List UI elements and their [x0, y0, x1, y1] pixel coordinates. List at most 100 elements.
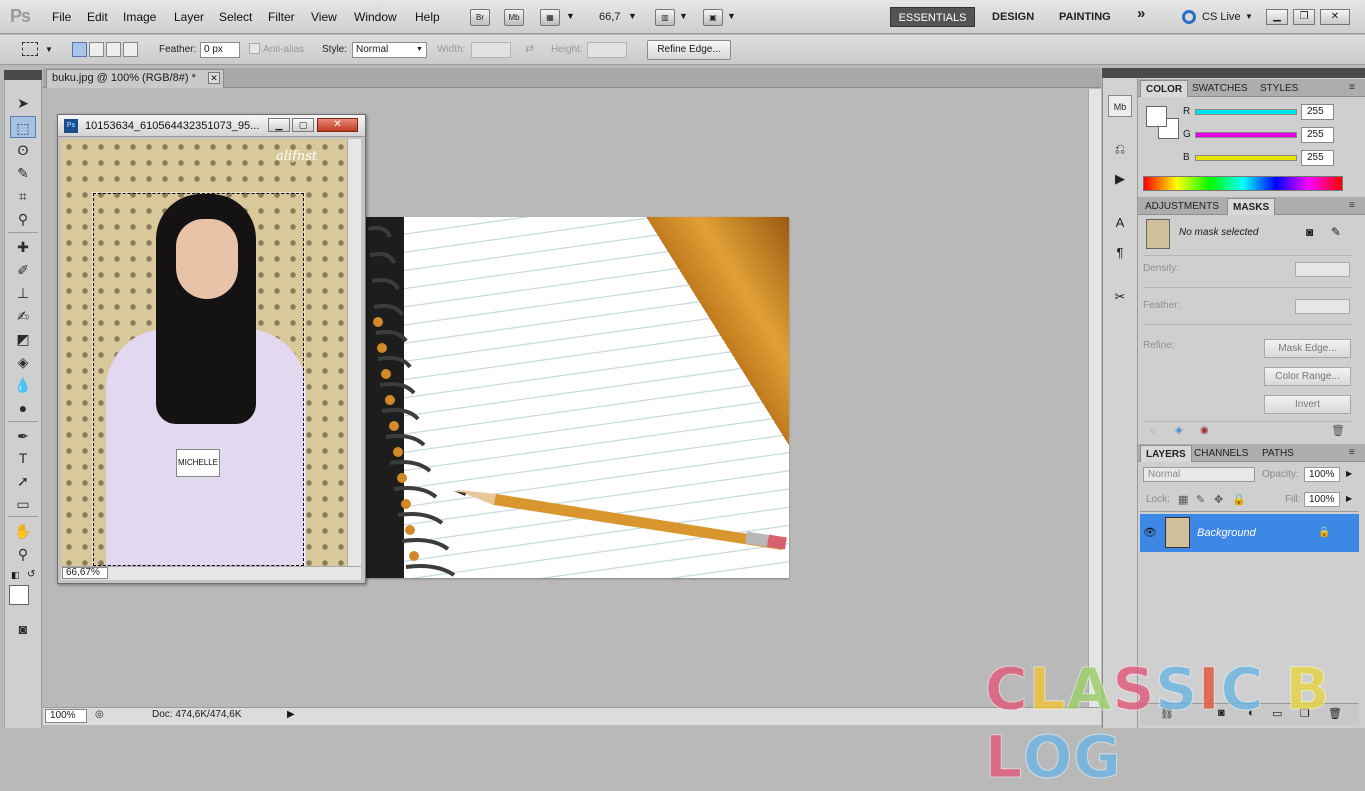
- apply-mask-icon[interactable]: ◈: [1175, 425, 1183, 436]
- foreground-color-swatch[interactable]: [1146, 106, 1167, 127]
- character-icon[interactable]: A: [1108, 212, 1132, 234]
- green-slider[interactable]: [1195, 132, 1297, 138]
- menu-select[interactable]: Select: [219, 10, 252, 24]
- chevron-right-icon[interactable]: ▶: [1346, 469, 1352, 478]
- lock-position-icon[interactable]: ✥: [1214, 493, 1223, 506]
- lasso-tool-icon[interactable]: ʘ: [10, 139, 36, 161]
- width-field[interactable]: [471, 42, 511, 58]
- restore-button[interactable]: ❐: [1293, 9, 1315, 25]
- minimize-button[interactable]: ▁: [268, 118, 290, 132]
- menu-filter[interactable]: Filter: [268, 10, 295, 24]
- tab-styles[interactable]: STYLES: [1255, 80, 1303, 97]
- rectangular-marquee-icon[interactable]: [22, 42, 38, 56]
- workspace-painting[interactable]: PAINTING: [1059, 8, 1111, 26]
- brush-tool-icon[interactable]: ✐: [10, 259, 36, 281]
- crop-tool-icon[interactable]: ⌗: [10, 185, 36, 207]
- opacity-field[interactable]: 100%: [1304, 467, 1340, 482]
- feather-field[interactable]: 0 px: [200, 42, 240, 58]
- actions-icon[interactable]: ▶: [1108, 168, 1132, 190]
- tab-paths[interactable]: PATHS: [1257, 445, 1299, 462]
- lock-pixels-icon[interactable]: ✎: [1196, 493, 1205, 506]
- tab-adjustments[interactable]: ADJUSTMENTS: [1140, 198, 1224, 215]
- layer-name[interactable]: Background: [1197, 527, 1256, 539]
- pixel-mask-icon[interactable]: ◙: [1306, 225, 1313, 239]
- vector-mask-icon[interactable]: ✎: [1331, 225, 1341, 239]
- chevron-down-icon[interactable]: ▼: [727, 11, 736, 21]
- density-field[interactable]: [1295, 262, 1350, 277]
- add-to-selection-icon[interactable]: [89, 42, 104, 57]
- zoom-field[interactable]: 66,67%: [62, 567, 108, 579]
- status-menu-icon[interactable]: ▶: [287, 709, 295, 720]
- blur-tool-icon[interactable]: 💧: [10, 374, 36, 396]
- eye-icon[interactable]: 👁: [1143, 526, 1157, 539]
- status-info-icon[interactable]: ◎: [95, 709, 104, 720]
- mask-edge-button[interactable]: Mask Edge...: [1264, 339, 1351, 358]
- vertical-scrollbar[interactable]: [347, 139, 361, 566]
- red-value-field[interactable]: 255: [1301, 104, 1334, 120]
- more-workspaces-button[interactable]: »: [1137, 5, 1145, 23]
- new-selection-icon[interactable]: [72, 42, 87, 57]
- pen-tool-icon[interactable]: ✒: [10, 425, 36, 447]
- close-icon[interactable]: ✕: [208, 72, 220, 84]
- swap-icon[interactable]: ⇄: [525, 42, 534, 55]
- panel-menu-icon[interactable]: ≡: [1349, 200, 1355, 211]
- document-tab[interactable]: buku.jpg @ 100% (RGB/8#) *: [46, 69, 224, 88]
- healing-brush-tool-icon[interactable]: ✚: [10, 236, 36, 258]
- marquee-selection[interactable]: [93, 193, 304, 566]
- history-icon[interactable]: ⎌: [1108, 138, 1132, 160]
- chevron-down-icon[interactable]: ▼: [628, 11, 637, 21]
- rectangle-tool-icon[interactable]: ▭: [10, 493, 36, 515]
- tools-panel-header[interactable]: [4, 70, 42, 80]
- zoom-field[interactable]: 100%: [45, 709, 87, 723]
- zoom-tool-icon[interactable]: ⚲: [10, 543, 36, 565]
- hand-tool-icon[interactable]: ✋: [10, 520, 36, 542]
- subtract-from-selection-icon[interactable]: [106, 42, 121, 57]
- tab-masks[interactable]: MASKS: [1227, 198, 1276, 215]
- arrange-documents-icon[interactable]: ▥: [655, 9, 675, 26]
- lock-all-icon[interactable]: 🔒: [1232, 493, 1246, 506]
- feather-slider[interactable]: [1143, 324, 1353, 325]
- history-brush-tool-icon[interactable]: ✍: [10, 305, 36, 327]
- panel-icon-strip-header[interactable]: [1102, 68, 1138, 78]
- maximize-button[interactable]: ▢: [292, 118, 314, 132]
- mask-feather-field[interactable]: [1295, 299, 1350, 314]
- menu-image[interactable]: Image: [123, 10, 156, 24]
- chevron-right-icon[interactable]: ▶: [1346, 494, 1352, 503]
- menu-window[interactable]: Window: [354, 10, 397, 24]
- cs-live-button[interactable]: CS Live: [1202, 11, 1241, 23]
- foreground-color-swatch[interactable]: [9, 585, 29, 605]
- path-selection-tool-icon[interactable]: ➚: [10, 470, 36, 492]
- blue-slider[interactable]: [1195, 155, 1297, 161]
- close-button[interactable]: ✕: [317, 118, 358, 132]
- color-range-button[interactable]: Color Range...: [1264, 367, 1351, 386]
- mini-bridge-button[interactable]: Mb: [504, 9, 524, 26]
- screen-mode-icon[interactable]: ▣: [703, 9, 723, 26]
- eraser-tool-icon[interactable]: ◩: [10, 328, 36, 350]
- tab-layers[interactable]: LAYERS: [1140, 445, 1192, 462]
- lock-transparent-icon[interactable]: ▦: [1178, 493, 1188, 506]
- minimize-button[interactable]: ▁: [1266, 9, 1288, 25]
- load-selection-icon[interactable]: ◌: [1150, 425, 1156, 436]
- tool-presets-icon[interactable]: ✂: [1108, 286, 1132, 308]
- refine-edge-button[interactable]: Refine Edge...: [647, 40, 731, 60]
- quick-mask-icon[interactable]: ◙: [10, 618, 36, 640]
- disable-mask-icon[interactable]: ◉: [1200, 425, 1209, 436]
- marquee-tool-icon[interactable]: ⬚: [10, 116, 36, 138]
- swap-colors-icon[interactable]: ↺: [27, 569, 35, 580]
- paragraph-icon[interactable]: ¶: [1108, 242, 1132, 264]
- chevron-down-icon[interactable]: ▼: [566, 11, 575, 21]
- green-value-field[interactable]: 255: [1301, 127, 1334, 143]
- move-tool-icon[interactable]: ➤: [10, 92, 36, 114]
- panel-menu-icon[interactable]: ≡: [1349, 82, 1355, 93]
- type-tool-icon[interactable]: T: [10, 447, 36, 469]
- density-slider[interactable]: [1143, 287, 1353, 288]
- panel-dock-header[interactable]: [1138, 68, 1365, 78]
- menu-file[interactable]: File: [52, 10, 71, 24]
- invert-button[interactable]: Invert: [1264, 395, 1351, 414]
- tab-color[interactable]: COLOR: [1140, 80, 1189, 97]
- menu-help[interactable]: Help: [415, 10, 440, 24]
- document-image[interactable]: [366, 217, 789, 578]
- red-slider[interactable]: [1195, 109, 1297, 115]
- zoom-level-select[interactable]: 66,7: [599, 11, 620, 23]
- default-colors-icon[interactable]: ◧: [11, 570, 20, 581]
